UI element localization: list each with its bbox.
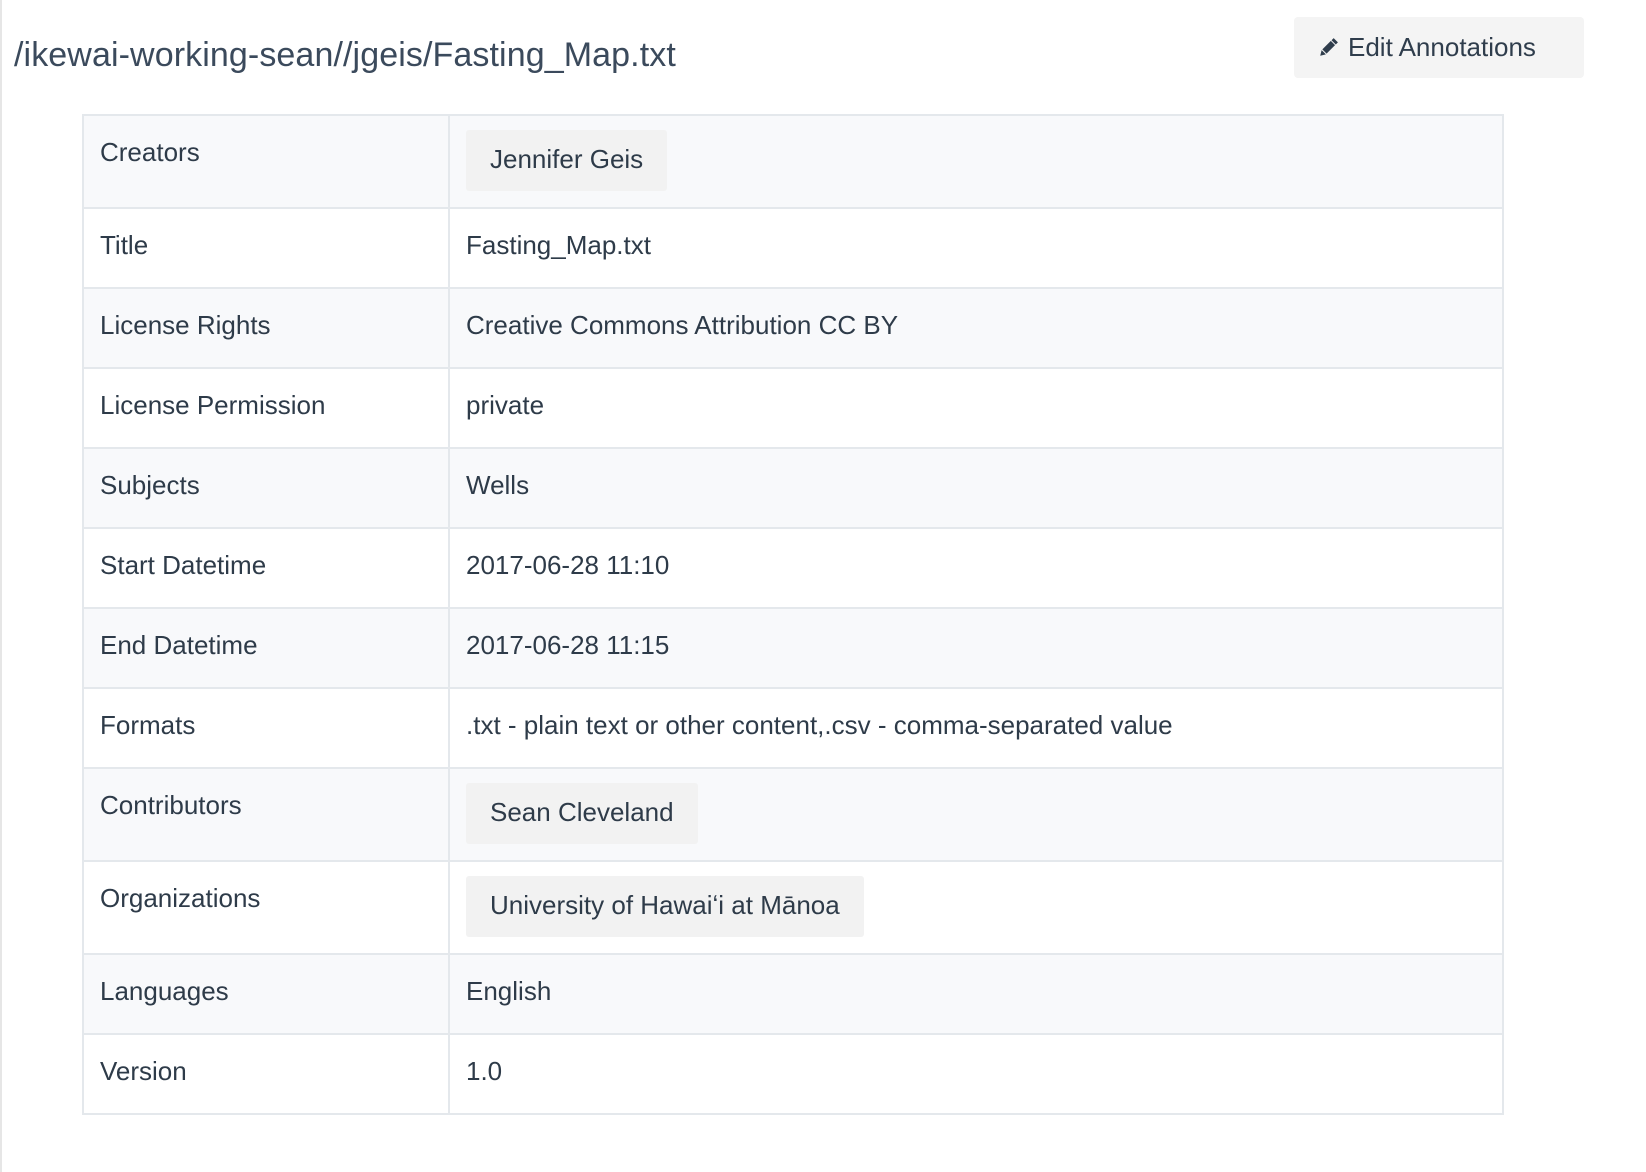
metadata-row: Organizations University of Hawaiʻi at Mā… [82,860,1504,955]
metadata-value-cell: University of Hawaiʻi at Mānoa [448,860,1504,955]
edit-annotations-button[interactable]: Edit Annotations [1294,17,1584,78]
metadata-label: Version [82,1033,450,1115]
metadata-table: Creators Jennifer Geis Title Fasting_Map.tx… [82,114,1504,1115]
metadata-value-cell: Sean Cleveland [448,767,1504,862]
metadata-label: License Rights [82,287,450,369]
metadata-row: Languages English [82,953,1504,1035]
metadata-label: Creators [82,114,450,209]
metadata-value-cell: 2017-06-28 11:15 [448,607,1504,689]
metadata-value-cell: Wells [448,447,1504,529]
metadata-value-cell: Creative Commons Attribution CC BY [448,287,1504,369]
metadata-value-cell: English [448,953,1504,1035]
edit-annotations-label: Edit Annotations [1348,32,1536,62]
metadata-row: Start Datetime 2017-06-28 11:10 [82,527,1504,609]
metadata-value-cell: Jennifer Geis [448,114,1504,209]
file-path-heading: /ikewai-working-sean//jgeis/Fasting_Map.… [14,36,676,74]
metadata-label: Subjects [82,447,450,529]
metadata-row: Formats .txt - plain text or other conten… [82,687,1504,769]
metadata-value-cell: Fasting_Map.txt [448,207,1504,289]
metadata-row: Version 1.0 [82,1033,1504,1115]
metadata-row: Subjects Wells [82,447,1504,529]
metadata-label: Start Datetime [82,527,450,609]
metadata-label: Contributors [82,767,450,862]
metadata-value-chip: Sean Cleveland [466,783,698,844]
metadata-row: License Permission private [82,367,1504,449]
file-metadata-page: /ikewai-working-sean//jgeis/Fasting_Map.… [0,0,1646,1172]
metadata-value-cell: .txt - plain text or other content,.csv … [448,687,1504,769]
metadata-label: Title [82,207,450,289]
pencil-icon [1316,36,1340,60]
metadata-value-chip: Jennifer Geis [466,130,668,191]
metadata-label: Formats [82,687,450,769]
metadata-row: Creators Jennifer Geis [82,114,1504,209]
metadata-label: Organizations [82,860,450,955]
metadata-value-cell: private [448,367,1504,449]
metadata-value-cell: 2017-06-28 11:10 [448,527,1504,609]
metadata-row: Contributors Sean Cleveland [82,767,1504,862]
metadata-label: End Datetime [82,607,450,689]
metadata-value-cell: 1.0 [448,1033,1504,1115]
metadata-row: End Datetime 2017-06-28 11:15 [82,607,1504,689]
metadata-row: Title Fasting_Map.txt [82,207,1504,289]
metadata-row: License Rights Creative Commons Attributi… [82,287,1504,369]
metadata-value-chip: University of Hawaiʻi at Mānoa [466,876,864,937]
metadata-label: License Permission [82,367,450,449]
metadata-label: Languages [82,953,450,1035]
